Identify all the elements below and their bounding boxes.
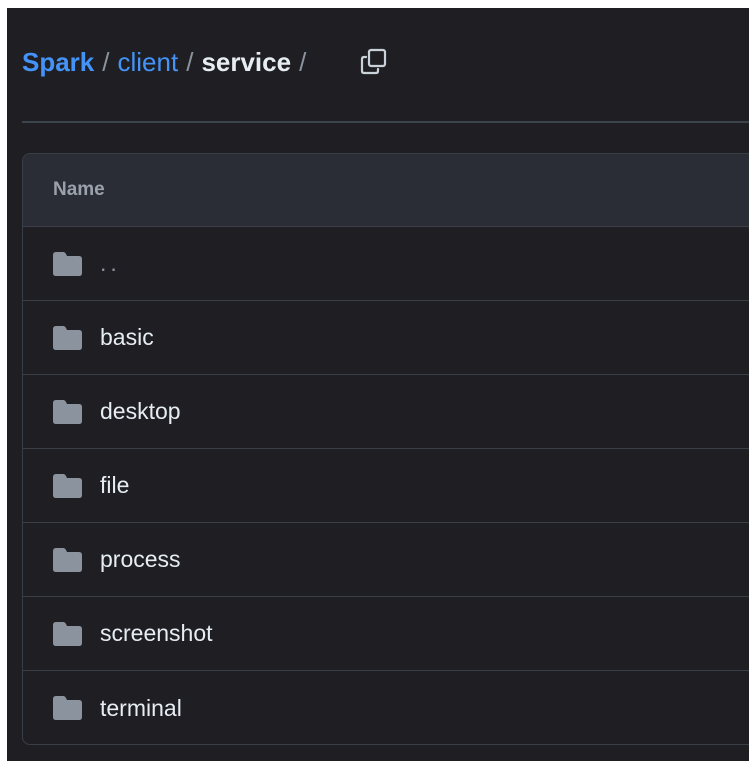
folder-icon: [53, 473, 82, 498]
file-browser-window: Spark / client / service / Name .. basic d…: [7, 8, 749, 761]
folder-icon: [53, 696, 82, 720]
copy-icon: [360, 48, 387, 75]
file-list: .. basic desktop file process screenshot termi…: [23, 227, 749, 744]
file-row[interactable]: file: [23, 449, 749, 523]
file-row[interactable]: desktop: [23, 375, 749, 449]
header-divider: [22, 121, 749, 123]
breadcrumb-root-link[interactable]: Spark: [22, 47, 94, 78]
breadcrumb-client-link[interactable]: client: [118, 47, 179, 78]
parent-directory-link[interactable]: ..: [100, 250, 121, 277]
folder-name[interactable]: process: [100, 546, 181, 573]
folder-icon: [53, 547, 82, 572]
file-row[interactable]: process: [23, 523, 749, 597]
file-table: Name .. basic desktop file process screenshot…: [22, 153, 749, 745]
file-row[interactable]: screenshot: [23, 597, 749, 671]
table-header: Name: [23, 154, 749, 227]
copy-path-button[interactable]: [357, 45, 389, 77]
folder-icon: [53, 251, 82, 276]
file-row[interactable]: basic: [23, 301, 749, 375]
breadcrumb-trailing-separator: /: [299, 46, 307, 77]
breadcrumb-current: service: [201, 46, 292, 77]
breadcrumb-separator: /: [186, 46, 194, 77]
folder-icon: [53, 325, 82, 350]
folder-name[interactable]: screenshot: [100, 620, 213, 647]
column-header-name[interactable]: Name: [53, 179, 105, 201]
file-row[interactable]: terminal: [23, 671, 749, 744]
folder-name[interactable]: basic: [100, 324, 154, 351]
folder-icon: [53, 399, 82, 424]
folder-name[interactable]: desktop: [100, 398, 181, 425]
file-row[interactable]: ..: [23, 227, 749, 301]
folder-icon: [53, 621, 82, 646]
folder-name[interactable]: terminal: [100, 695, 182, 722]
breadcrumb: Spark / client / service /: [22, 45, 314, 79]
breadcrumb-separator: /: [102, 46, 110, 77]
folder-name[interactable]: file: [100, 472, 129, 499]
